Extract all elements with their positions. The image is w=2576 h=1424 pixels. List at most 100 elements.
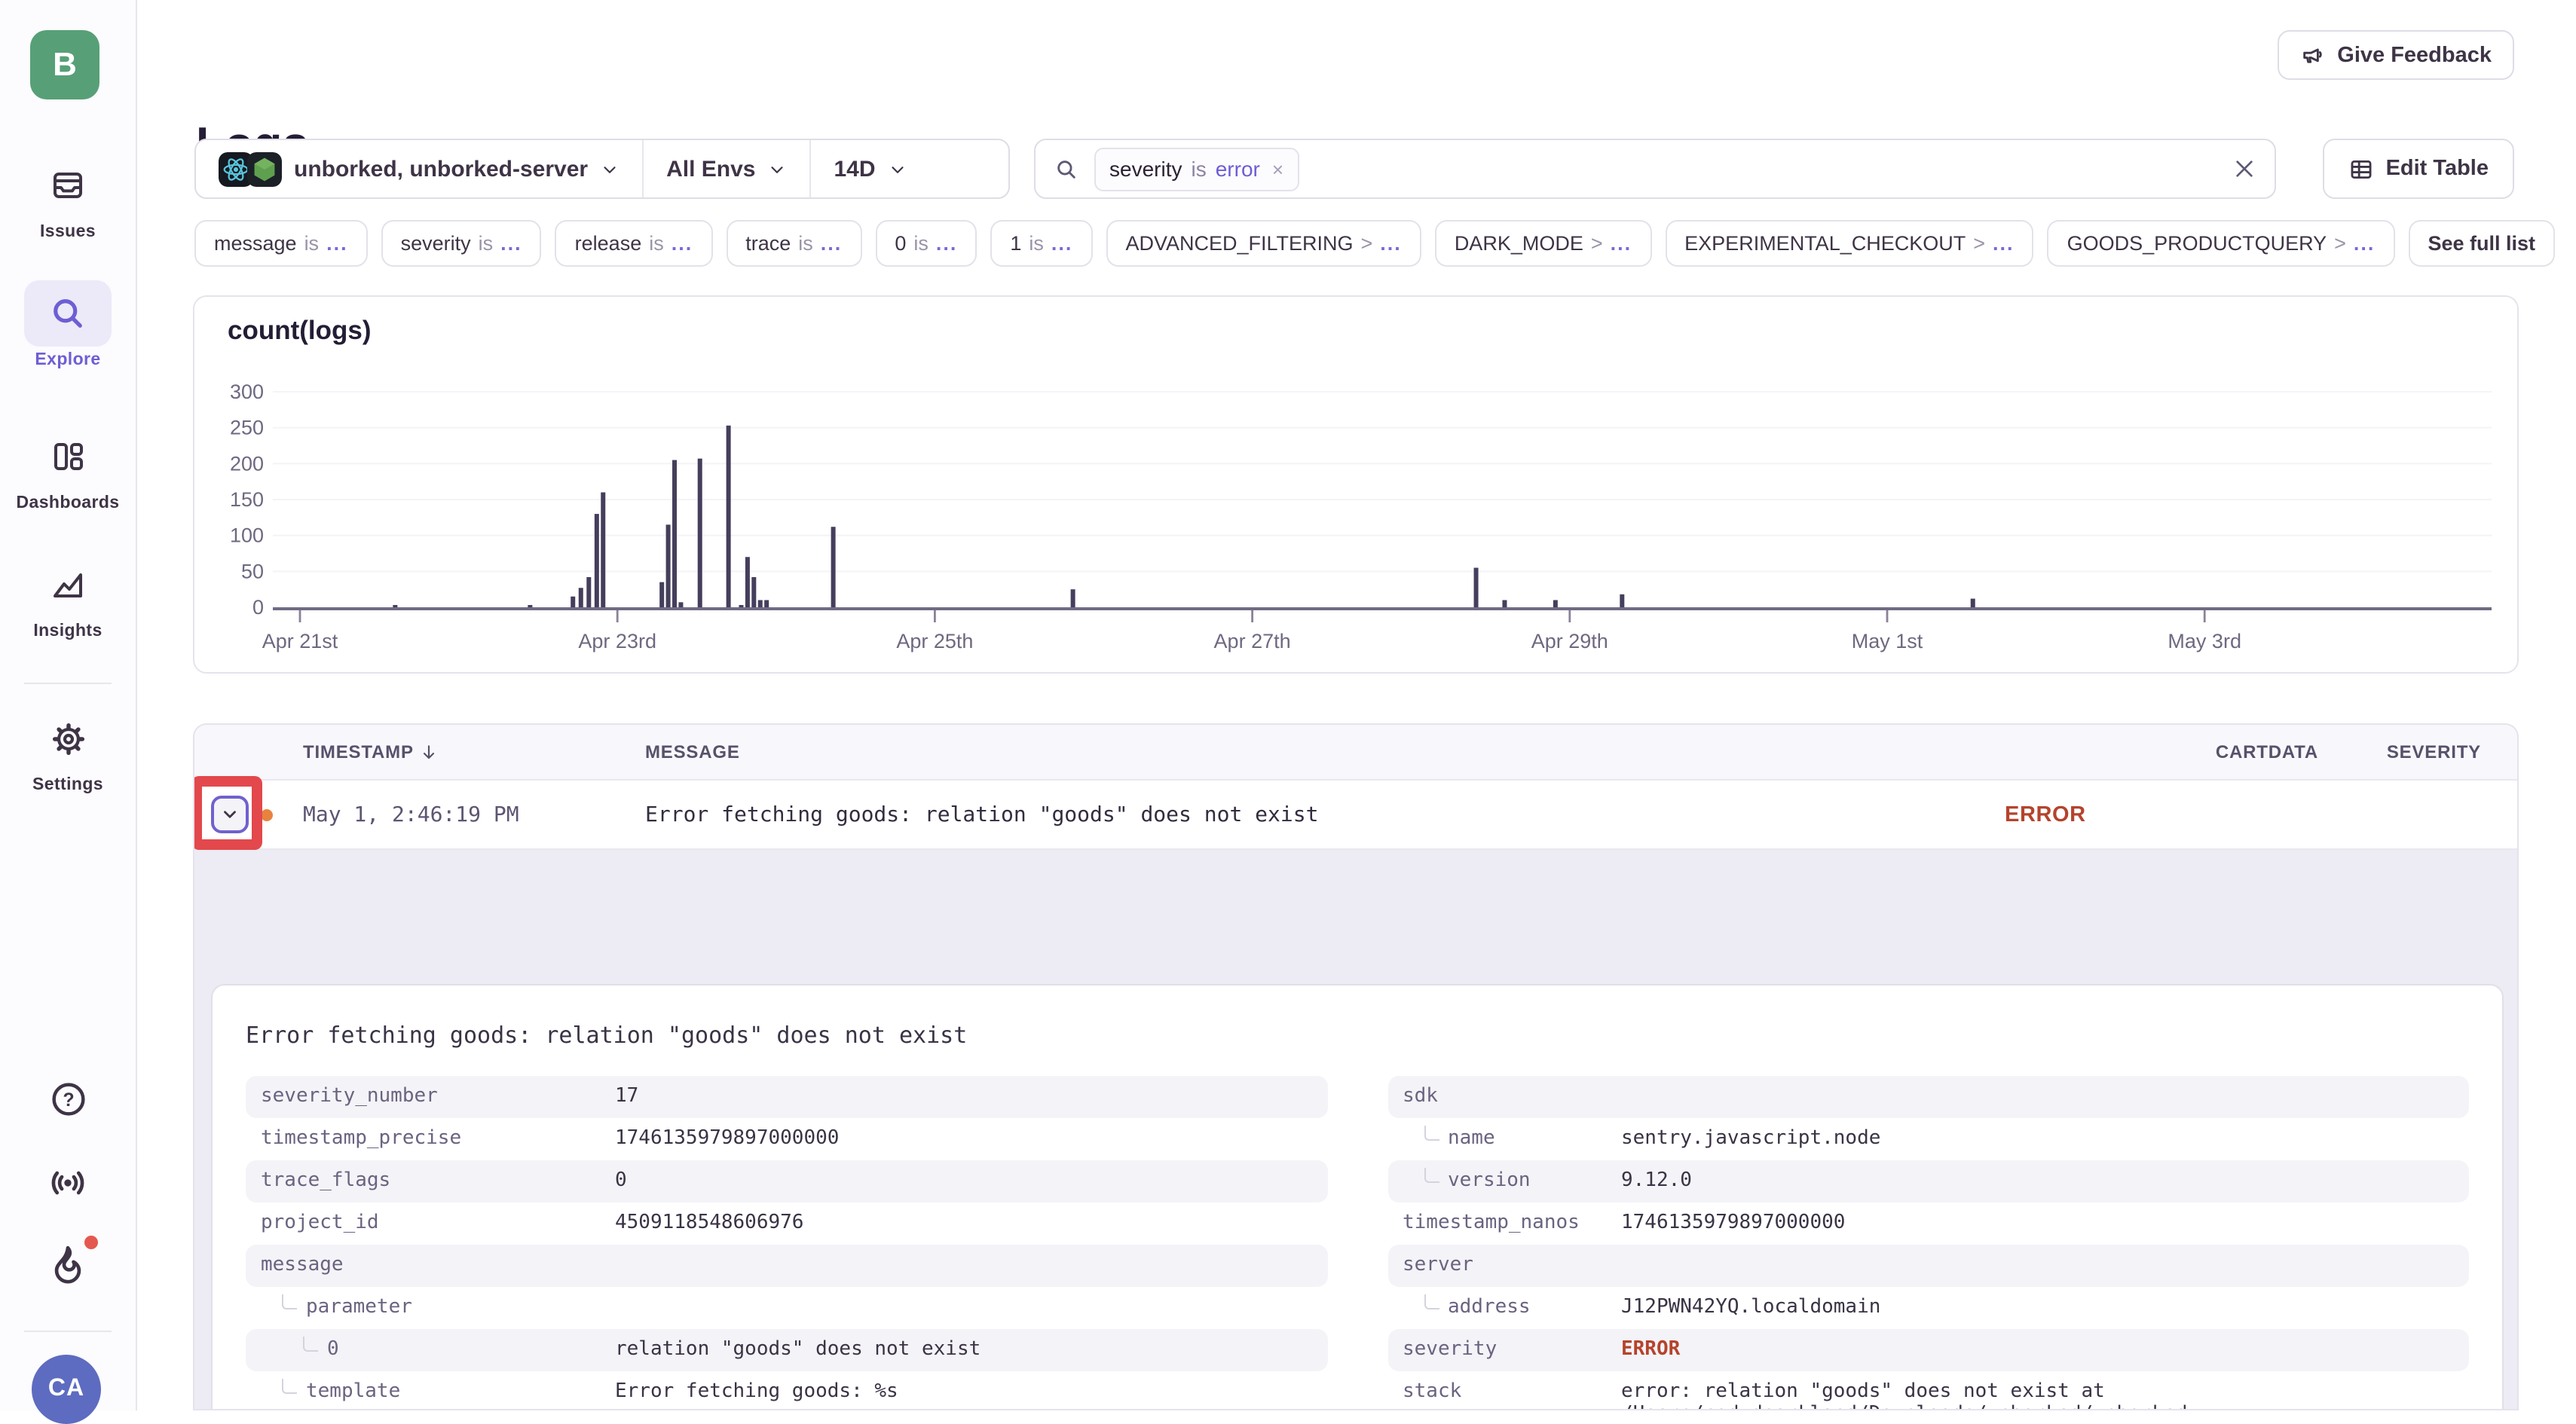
chart-bar[interactable] <box>601 492 605 607</box>
chart-bar[interactable] <box>659 582 664 607</box>
attribute-key: timestamp_nanos <box>1403 1212 1580 1234</box>
environment-selector-label: All Envs <box>666 156 755 182</box>
attribute-value: 17 <box>615 1076 650 1117</box>
attribute-value: Error fetching goods: %s <box>615 1371 910 1410</box>
chart-bar[interactable] <box>586 577 591 607</box>
chart-bar[interactable] <box>1474 568 1479 607</box>
token-remove-icon[interactable]: × <box>1272 157 1283 180</box>
chart-bar[interactable] <box>579 588 583 607</box>
attribute-value <box>615 1245 627 1263</box>
chart-bar[interactable] <box>666 524 671 607</box>
chart-bar[interactable] <box>751 577 756 607</box>
filter-chip-dark_mode[interactable]: DARK_MODE>... <box>1435 220 1651 267</box>
project-selector[interactable]: unborked, unborked-server <box>196 140 642 197</box>
column-header-message[interactable]: MESSAGE <box>630 741 1999 762</box>
sort-desc-icon <box>420 742 439 762</box>
detail-row-address: addressJ12PWN42YQ.localdomain <box>1387 1287 2469 1329</box>
chart-bar[interactable] <box>831 527 836 607</box>
onboarding-button[interactable] <box>0 1242 136 1284</box>
token-value: error <box>1216 157 1260 181</box>
chart-bar[interactable] <box>571 597 575 607</box>
sidebar-item-explore[interactable]: Explore <box>0 280 136 369</box>
chart-bar[interactable] <box>745 557 750 607</box>
chart-bar[interactable] <box>528 605 532 607</box>
chart-bar[interactable] <box>739 605 743 607</box>
app-window: B Issues Explore Dashboards Insights <box>0 0 2576 1410</box>
tree-connector <box>282 1294 297 1309</box>
sidebar-item-insights[interactable]: Insights <box>0 552 136 640</box>
filter-chip-severity[interactable]: severityis... <box>381 220 542 267</box>
attribute-value: relation "goods" does not exist <box>615 1329 993 1370</box>
see-full-list-chip[interactable]: See full list <box>2408 220 2555 267</box>
attribute-value: ERROR <box>1621 1329 1692 1370</box>
chart-bar[interactable] <box>1502 600 1507 607</box>
attribute-key: project_id <box>261 1212 379 1234</box>
log-row[interactable]: May 1, 2:46:19 PM Error fetching goods: … <box>194 781 2517 850</box>
chart-bar[interactable] <box>1620 594 1624 607</box>
column-header-severity[interactable]: SEVERITY <box>2330 741 2517 762</box>
chevron-down-icon <box>600 159 620 179</box>
notification-dot <box>84 1236 98 1249</box>
chart-bar[interactable] <box>1553 600 1558 607</box>
detail-row-0: 0 relation "goods" does not exist <box>246 1329 1327 1371</box>
chart-bar[interactable] <box>698 459 702 607</box>
attribute-key: server <box>1403 1254 1473 1276</box>
attribute-value: 1746135979897000000 <box>1621 1202 1857 1243</box>
chart-bar[interactable] <box>1071 589 1075 607</box>
chart-bar[interactable] <box>393 605 397 607</box>
filter-chip-goods_productquery[interactable]: GOODS_PRODUCTQUERY>... <box>2048 220 2395 267</box>
edit-table-button[interactable]: Edit Table <box>2323 139 2514 199</box>
chart-bar[interactable] <box>764 600 769 607</box>
environment-selector[interactable]: All Envs <box>642 140 809 197</box>
whats-new-button[interactable] <box>0 1162 136 1204</box>
sidebar-item-issues[interactable]: Issues <box>0 152 136 241</box>
svg-text:Apr 21st: Apr 21st <box>262 630 338 652</box>
attribute-key: 0 <box>327 1338 339 1361</box>
give-feedback-button[interactable]: Give Feedback <box>2277 30 2514 80</box>
attribute-value: sentry.javascript.node <box>1621 1118 1892 1159</box>
chart-bar[interactable] <box>758 600 763 607</box>
filter-chip-1[interactable]: 1is... <box>990 220 1092 267</box>
avatar[interactable]: CA <box>32 1355 101 1424</box>
chart-bar[interactable] <box>678 602 683 607</box>
chart-bar[interactable] <box>672 460 677 607</box>
chart-bar[interactable] <box>1971 599 1975 607</box>
sidebar-item-settings[interactable]: Settings <box>0 705 136 794</box>
svg-text:Apr 29th: Apr 29th <box>1531 630 1608 652</box>
clear-search-icon[interactable] <box>2232 157 2256 181</box>
filter-chip-0[interactable]: 0is... <box>875 220 977 267</box>
attribute-value: 9.12.0 <box>1621 1160 1704 1201</box>
svg-text:May 3rd: May 3rd <box>2168 630 2241 652</box>
logs-table-header: TIMESTAMP MESSAGE CARTDATA SEVERITY <box>194 725 2517 781</box>
column-header-cartdata[interactable]: CARTDATA <box>1999 741 2330 762</box>
tree-connector <box>1424 1167 1439 1182</box>
svg-text:50: 50 <box>241 560 264 582</box>
svg-text:200: 200 <box>230 452 264 475</box>
filter-chip-advanced_filtering[interactable]: ADVANCED_FILTERING>... <box>1106 220 1421 267</box>
search-token-severity[interactable]: severity is error × <box>1094 147 1299 191</box>
search-input[interactable]: severity is error × <box>1034 139 2276 199</box>
help-button[interactable]: ? <box>0 1079 136 1120</box>
org-logo[interactable]: B <box>30 30 99 99</box>
svg-text:0: 0 <box>252 596 264 619</box>
sidebar-item-dashboards[interactable]: Dashboards <box>0 423 136 512</box>
detail-attributes-left: severity_number17timestamp_precise174613… <box>246 1076 1327 1410</box>
filter-chip-experimental_checkout[interactable]: EXPERIMENTAL_CHECKOUT>... <box>1665 220 2033 267</box>
filter-chip-message[interactable]: messageis... <box>194 220 368 267</box>
chart-bar[interactable] <box>727 426 731 607</box>
chart-bar[interactable] <box>595 514 599 607</box>
filter-chip-release[interactable]: releaseis... <box>555 220 713 267</box>
svg-text:Apr 25th: Apr 25th <box>896 630 973 652</box>
svg-text:Apr 27th: Apr 27th <box>1214 630 1291 652</box>
svg-text:May 1st: May 1st <box>1852 630 1923 652</box>
expand-row-button[interactable] <box>211 796 249 833</box>
date-range-selector[interactable]: 14D <box>809 140 929 197</box>
sidebar: B Issues Explore Dashboards Insights <box>0 0 137 1410</box>
attribute-value: 4509118548606976 <box>615 1202 815 1243</box>
log-detail-panel: Error fetching goods: relation "goods" d… <box>211 984 2504 1410</box>
column-header-timestamp[interactable]: TIMESTAMP <box>288 741 630 762</box>
tree-connector <box>1424 1294 1439 1309</box>
log-detail-area: Error fetching goods: relation "goods" d… <box>194 850 2517 1410</box>
bar-chart[interactable]: 050100150200250300Apr 21stApr 23rdApr 25… <box>194 297 2517 672</box>
filter-chip-trace[interactable]: traceis... <box>726 220 861 267</box>
